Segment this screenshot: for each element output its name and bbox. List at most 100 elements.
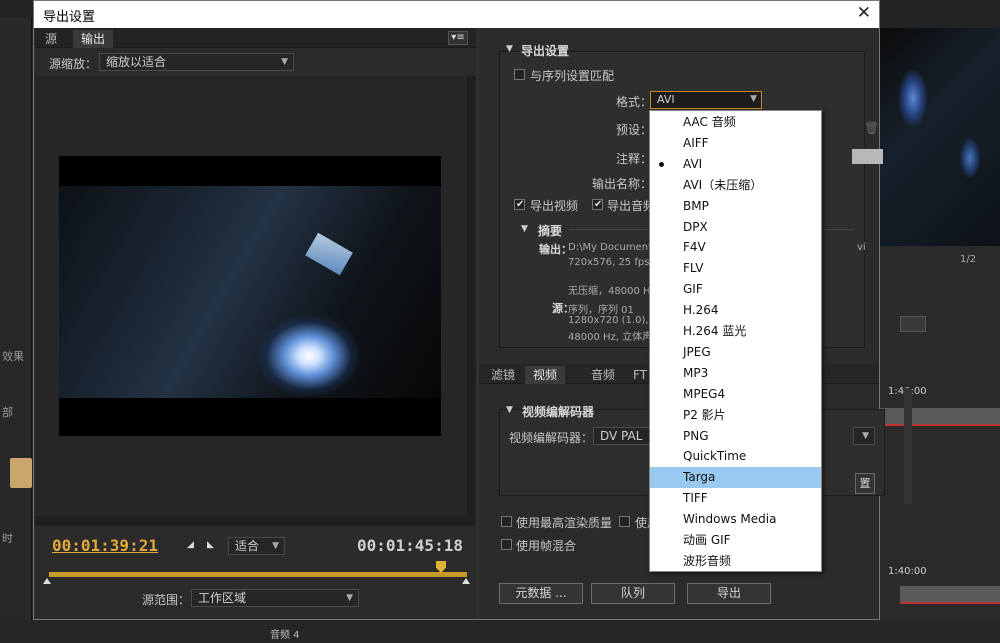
export-settings-title: 导出设置	[521, 44, 570, 58]
output-name-label: 输出名称：	[592, 177, 653, 191]
selected-dot-icon	[659, 161, 664, 167]
export-video-checkbox[interactable]	[514, 199, 525, 210]
format-option[interactable]: FLV	[650, 258, 821, 279]
fit-dropdown[interactable]: 适合 ▼	[228, 537, 285, 555]
close-icon[interactable]: ✕	[857, 3, 871, 23]
format-option[interactable]: F4V	[650, 237, 821, 258]
codec-collapse-icon[interactable]: ▼	[506, 405, 513, 415]
format-option[interactable]: P2 影片	[650, 405, 821, 426]
format-option[interactable]: QuickTime	[650, 446, 821, 467]
format-option-label: GIF	[683, 282, 703, 297]
tab-source[interactable]: 源	[37, 30, 65, 48]
tab-filters[interactable]: 滤镜	[483, 366, 523, 384]
export-button[interactable]: 导出	[687, 583, 771, 604]
format-option-label: 波形音频	[683, 553, 732, 568]
codec-value: DV PAL	[600, 429, 643, 443]
comment-field[interactable]	[852, 149, 883, 164]
format-option[interactable]: BMP	[650, 196, 821, 217]
metadata-button[interactable]: 元数据 ...	[499, 583, 583, 604]
queue-button[interactable]: 队列	[591, 583, 675, 604]
format-option[interactable]: H.264	[650, 300, 821, 321]
summary-source-audio: 48000 Hz, 立体声	[568, 332, 653, 343]
summary-output-path: D:\My Documents	[568, 242, 658, 253]
format-option[interactable]: JPEG	[650, 342, 821, 363]
source-scale-value: 缩放以适合	[106, 55, 167, 69]
summary-collapse-icon[interactable]: ▼	[521, 224, 528, 234]
format-option[interactable]: MPEG4	[650, 384, 821, 405]
timeline-scrubber[interactable]	[49, 572, 467, 577]
chevron-down-icon: ▼	[281, 57, 288, 67]
horizontal-scrollbar[interactable]	[35, 516, 476, 526]
source-range-value: 工作区域	[198, 591, 247, 605]
chevron-down-icon: ▼	[750, 94, 757, 104]
format-option[interactable]: GIF	[650, 279, 821, 300]
partial-label: 部	[2, 406, 13, 419]
current-timecode[interactable]: 00:01:39:21	[52, 536, 158, 555]
timeline-track-2[interactable]	[900, 586, 1000, 604]
format-option[interactable]: AIFF	[650, 133, 821, 154]
max-render-quality-label: 使用最高渲染质量	[516, 516, 613, 530]
tab-output[interactable]: 输出	[73, 30, 114, 48]
tab-audio[interactable]: 音频	[583, 366, 623, 384]
format-option-label: Windows Media	[683, 512, 777, 527]
effects-tab-partial[interactable]: 效果	[2, 348, 24, 364]
format-option[interactable]: TIFF	[650, 488, 821, 509]
audio-track-label: 音频 4	[270, 630, 300, 641]
format-option[interactable]: H.264 蓝光	[650, 321, 821, 342]
background-bottom-bar: 音频 4	[0, 620, 1000, 643]
preview-tabs: 源 输出 ▾≡	[35, 28, 476, 48]
format-option[interactable]: Targa	[650, 467, 821, 489]
export-audio-checkbox[interactable]	[592, 199, 603, 210]
format-option[interactable]: DPX	[650, 217, 821, 238]
format-option-label: TIFF	[683, 491, 708, 506]
folder-icon[interactable]	[10, 458, 32, 488]
out-point-marker[interactable]	[462, 578, 470, 584]
format-option[interactable]: AAC 音频	[650, 112, 821, 133]
panel-menu-icon[interactable]: ▾≡	[448, 31, 468, 45]
format-option[interactable]: Windows Media	[650, 509, 821, 530]
use-previews-checkbox[interactable]	[619, 516, 630, 527]
in-point-marker[interactable]	[43, 578, 51, 584]
tab-video[interactable]: 视频	[525, 366, 566, 384]
partial-label-2: 时	[2, 532, 13, 545]
format-option[interactable]: AVI（未压缩）	[650, 175, 821, 196]
summary-output-audio: 无压缩，48000 H	[568, 286, 651, 297]
format-option[interactable]: MP3	[650, 363, 821, 384]
format-option[interactable]: 动画 GIF	[650, 530, 821, 551]
video-image	[59, 186, 441, 398]
format-dropdown-list: AAC 音频 AIFF AVI AVI（未压缩） BMP DPX F4V FLV GIF H.26…	[649, 110, 822, 572]
export-video-label: 导出视频	[530, 199, 579, 213]
timeline-track[interactable]	[880, 408, 1000, 426]
codec-dropdown-arrow[interactable]: ▼	[853, 427, 875, 445]
source-scale-dropdown[interactable]: 缩放以适合 ▼	[99, 53, 294, 71]
settings-scrollbar[interactable]	[904, 388, 912, 504]
delete-preset-icon[interactable]: 🗑	[864, 121, 879, 135]
format-option-label: AIFF	[683, 135, 709, 150]
format-option-label: P2 影片	[683, 407, 726, 422]
camera-icon[interactable]	[900, 316, 926, 332]
summary-source-video: 1280x720 (1.0), 2	[568, 315, 659, 326]
codec-settings-button[interactable]: 置	[855, 473, 875, 494]
vertical-scrollbar[interactable]	[467, 76, 476, 516]
dialog-titlebar: 导出设置 ✕	[34, 1, 879, 28]
max-render-quality-checkbox[interactable]	[501, 516, 512, 527]
chevron-down-icon: ▼	[346, 593, 353, 603]
format-option[interactable]: AVI	[650, 154, 821, 175]
match-sequence-checkbox[interactable]	[514, 69, 525, 80]
format-option-label: H.264 蓝光	[683, 324, 747, 338]
set-in-point-icon[interactable]: ◢	[187, 540, 194, 550]
set-out-point-icon[interactable]: ◣	[207, 540, 214, 550]
source-range-label: 源范围：	[142, 593, 191, 607]
comment-label: 注释：	[616, 152, 653, 166]
format-option-label: BMP	[683, 198, 709, 213]
source-range-dropdown[interactable]: 工作区域 ▼	[191, 589, 359, 607]
format-option[interactable]: PNG	[650, 426, 821, 447]
format-option[interactable]: 波形音频	[650, 551, 821, 572]
format-option-label: Targa	[683, 470, 716, 485]
duration-timecode: 00:01:45:18	[357, 536, 463, 555]
collapse-icon[interactable]: ▼	[506, 44, 513, 54]
format-dropdown[interactable]: AVI ▼	[650, 91, 762, 109]
summary-title: 摘要	[538, 224, 563, 238]
frame-blending-checkbox[interactable]	[501, 539, 512, 550]
format-option-label: H.264	[683, 303, 719, 318]
